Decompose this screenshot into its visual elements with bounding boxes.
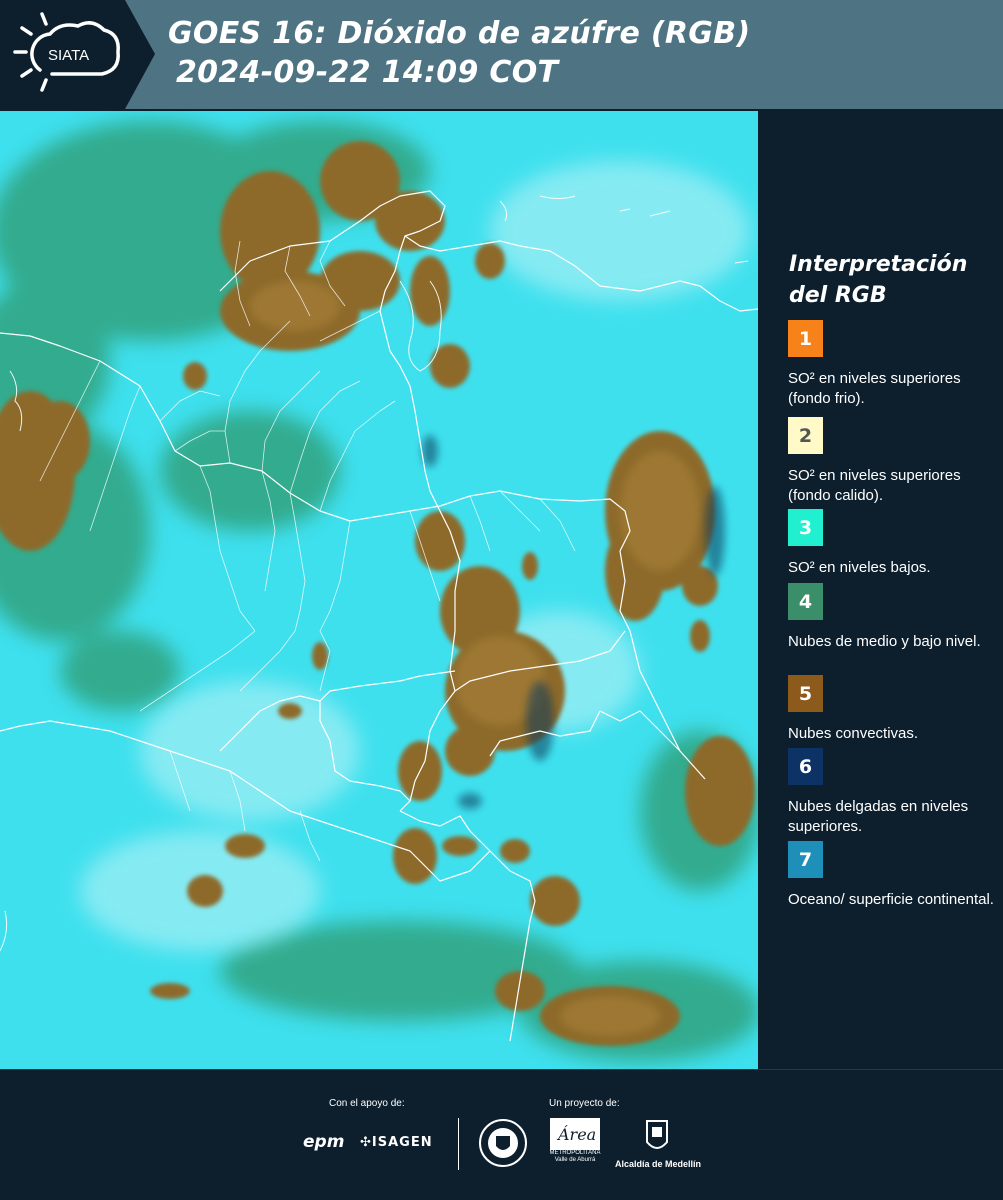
legend-item-1: 1 SO² en niveles superiores (fondo frio)…	[788, 320, 998, 409]
legend-text: SO² en niveles superiores (fondo calido)…	[788, 467, 961, 504]
area-script: Área	[556, 1124, 596, 1144]
legend-swatch: 2	[788, 417, 823, 454]
satellite-map	[0, 111, 758, 1069]
legend-number: 5	[798, 682, 813, 705]
area-metropolitana-text: METROPOLITANA Valle de Aburrá	[549, 1150, 601, 1163]
title-line-1: GOES 16: Dióxido de azúfre (RGB)	[168, 16, 751, 51]
legend-swatch: 7	[788, 841, 823, 878]
legend-text: Nubes convectivas.	[788, 725, 919, 742]
isagen-mark-icon: ✣	[360, 1135, 372, 1150]
footer-divider	[458, 1118, 459, 1170]
legend-item-3: 3 SO² en niveles bajos.	[788, 509, 998, 578]
epm-logo: epm	[303, 1132, 345, 1152]
legend-number: 4	[798, 590, 813, 613]
footer-bar: Con el apoyo de: Un proyecto de: epm ✣IS…	[0, 1069, 1003, 1200]
alcaldia-text: Alcaldía de Medellín	[614, 1159, 702, 1169]
legend-swatch: 1	[788, 320, 823, 357]
legend-text: SO² en niveles bajos.	[788, 559, 931, 576]
legend-number: 2	[798, 424, 813, 447]
siata-logo: SIATA	[0, 0, 155, 109]
legend-panel: Interpretación del RGB 1 SO² en niveles …	[762, 111, 1003, 1069]
isagen-logo: ✣ISAGEN	[360, 1135, 433, 1150]
legend-swatch: 4	[788, 583, 823, 620]
legend-text: Nubes delgadas en niveles superiores.	[788, 798, 969, 835]
support-label: Con el apoyo de:	[329, 1098, 405, 1109]
legend-text: SO² en niveles superiores (fondo frio).	[788, 370, 961, 407]
legend-title: Interpretación del RGB	[789, 252, 968, 308]
isagen-text: ISAGEN	[371, 1135, 433, 1150]
page: SIATA GOES 16: Dióxido de azúfre (RGB) 2…	[0, 0, 1003, 1200]
legend-number: 7	[798, 848, 813, 871]
alcaldia-seal-icon	[644, 1118, 670, 1161]
legend-item-6: 6 Nubes delgadas en niveles superiores.	[788, 748, 998, 837]
legend-swatch: 6	[788, 748, 823, 785]
legend-swatch: 3	[788, 509, 823, 546]
legend-item-5: 5 Nubes convectivas.	[788, 675, 998, 744]
title-line-2: 2024-09-22 14:09 COT	[176, 55, 559, 90]
legend-text: Oceano/ superficie continental.	[788, 891, 994, 908]
legend-item-4: 4 Nubes de medio y bajo nivel.	[788, 583, 998, 652]
legend-number: 3	[798, 516, 813, 539]
legend-text: Nubes de medio y bajo nivel.	[788, 633, 981, 650]
siata-logo-text: SIATA	[48, 47, 89, 64]
medellin-seal-icon	[478, 1118, 528, 1173]
legend-item-2: 2 SO² en niveles superiores (fondo calid…	[788, 417, 998, 506]
legend-swatch: 5	[788, 675, 823, 712]
legend-number: 6	[798, 755, 813, 778]
legend-number: 1	[798, 327, 813, 350]
legend-item-7: 7 Oceano/ superficie continental.	[788, 841, 998, 910]
project-label: Un proyecto de:	[549, 1098, 620, 1109]
header-bar: SIATA GOES 16: Dióxido de azúfre (RGB) 2…	[0, 0, 1003, 109]
